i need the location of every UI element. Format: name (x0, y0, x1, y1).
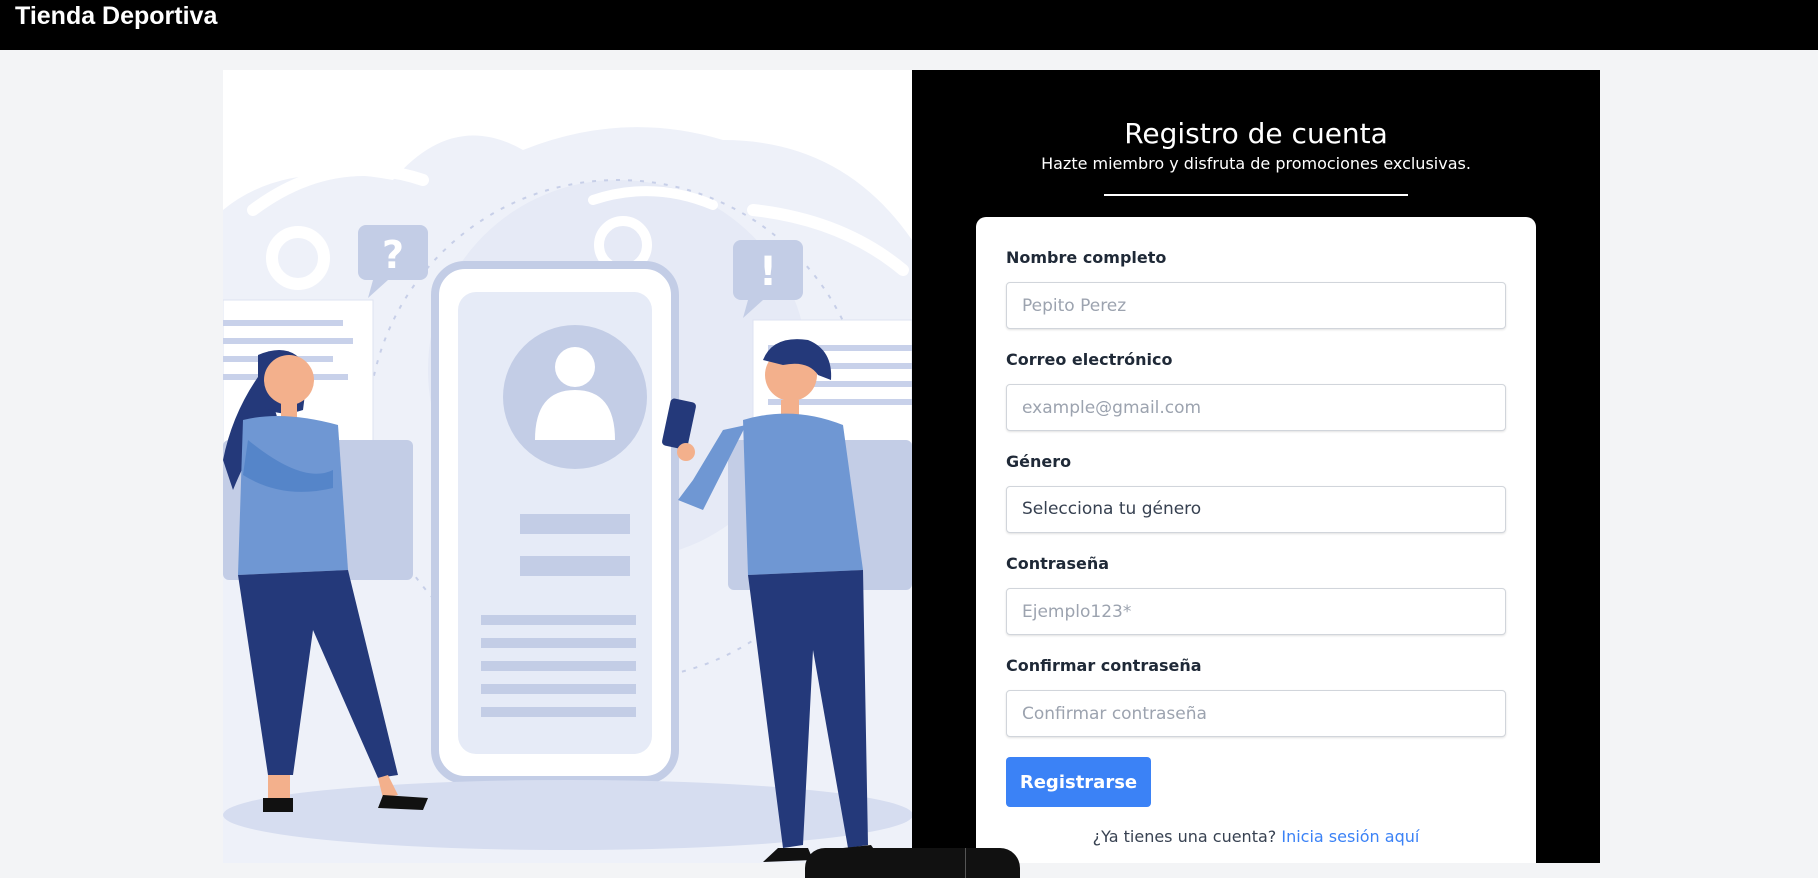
email-input[interactable] (1006, 384, 1506, 431)
password-label: Contraseña (1006, 554, 1110, 573)
name-input[interactable] (1006, 282, 1506, 329)
illustration-svg: ? ! (223, 127, 912, 863)
confirm-password-input[interactable] (1006, 690, 1506, 737)
floating-toolbar[interactable] (805, 848, 1020, 878)
top-navbar: Tienda Deportiva (0, 0, 1818, 50)
svg-text:!: ! (759, 249, 777, 295)
register-card: ? ! Registro de cuenta Hazte miembro y d… (223, 70, 1600, 863)
register-button[interactable]: Registrarse (1006, 757, 1151, 807)
email-label: Correo electrónico (1006, 350, 1173, 369)
gender-select[interactable]: Selecciona tu género (1006, 486, 1506, 533)
register-subtitle: Hazte miembro y disfruta de promociones … (1041, 154, 1471, 173)
gender-selected-value: Selecciona tu género (1022, 499, 1202, 519)
toolbar-separator (965, 848, 966, 878)
password-input[interactable] (1006, 588, 1506, 635)
register-title: Registro de cuenta (1124, 117, 1388, 150)
confirm-password-label: Confirmar contraseña (1006, 656, 1202, 675)
register-form-side: Registro de cuenta Hazte miembro y disfr… (912, 70, 1600, 863)
brand-logo[interactable]: Tienda Deportiva (15, 1, 217, 31)
login-prompt: ¿Ya tienes una cuenta? (1092, 827, 1277, 846)
register-form: Nombre completo Correo electrónico Géner… (976, 217, 1536, 863)
title-divider (1104, 194, 1408, 196)
login-link[interactable]: Inicia sesión aquí (1281, 827, 1419, 846)
registration-illustration: ? ! (223, 70, 912, 863)
svg-text:?: ? (382, 233, 404, 277)
gender-label: Género (1006, 452, 1072, 471)
name-label: Nombre completo (1006, 248, 1167, 267)
login-prompt-line: ¿Ya tienes una cuenta? Inicia sesión aqu… (976, 827, 1536, 846)
